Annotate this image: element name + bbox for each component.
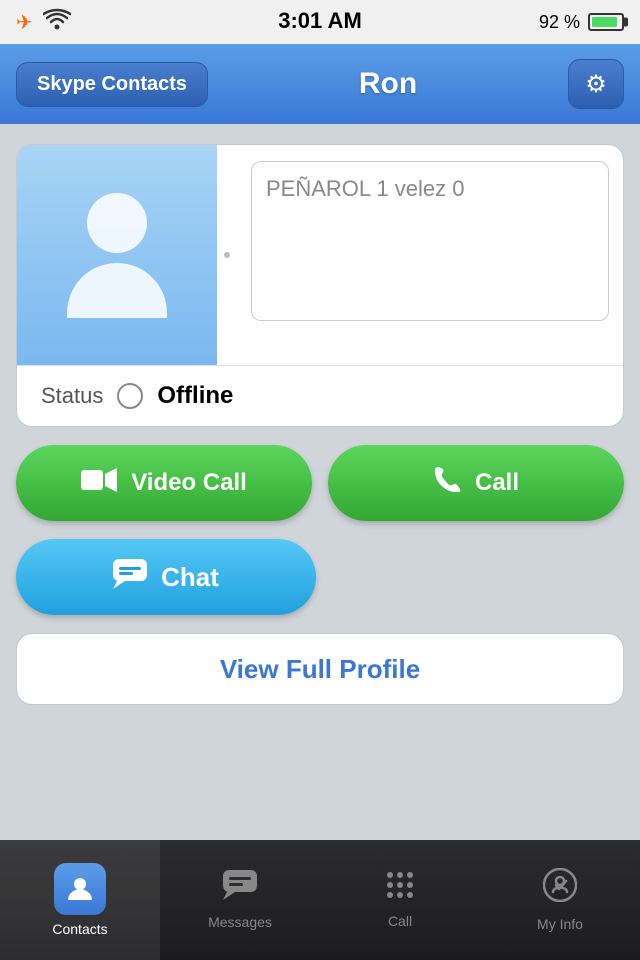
profile-avatar xyxy=(17,145,217,365)
main-content: PEÑAROL 1 velez 0 Status Offline Video C… xyxy=(0,124,640,725)
profile-top: PEÑAROL 1 velez 0 xyxy=(17,145,623,365)
wifi-icon xyxy=(43,8,71,36)
avatar-body xyxy=(67,263,167,318)
status-indicator xyxy=(117,383,143,409)
tab-myinfo-label: My Info xyxy=(537,916,583,932)
battery-icon xyxy=(588,13,624,31)
tab-bar: Contacts Messages xyxy=(0,840,640,960)
call-tab-icon xyxy=(386,871,414,907)
tab-myinfo[interactable]: My Info xyxy=(480,840,640,960)
tab-messages-label: Messages xyxy=(208,914,272,930)
tab-contacts-icon-wrap xyxy=(54,863,106,915)
avatar-head xyxy=(87,193,147,253)
profile-divider xyxy=(217,145,237,365)
settings-button[interactable]: ⚙ xyxy=(568,59,624,109)
status-left-icons: ✈ xyxy=(16,8,71,36)
status-value: Offline xyxy=(157,382,233,410)
gear-icon: ⚙ xyxy=(585,70,607,99)
status-time: 3:01 AM xyxy=(278,8,362,34)
divider-dot xyxy=(224,252,230,258)
video-call-button[interactable]: Video Call xyxy=(16,445,312,521)
chat-button[interactable]: Chat xyxy=(16,539,316,615)
status-label: Status xyxy=(41,383,103,409)
battery-percent: 92 % xyxy=(539,12,580,33)
call-button[interactable]: Call xyxy=(328,445,624,521)
view-full-profile-label: View Full Profile xyxy=(220,654,420,685)
chat-label: Chat xyxy=(161,562,219,593)
tab-contacts[interactable]: Contacts xyxy=(0,840,160,960)
video-icon xyxy=(81,467,117,500)
tab-call[interactable]: Call xyxy=(320,840,480,960)
status-bar: ✈ 3:01 AM 92 % xyxy=(0,0,640,44)
profile-bottom: Status Offline xyxy=(17,365,623,426)
tab-messages[interactable]: Messages xyxy=(160,840,320,960)
view-full-profile-button[interactable]: View Full Profile xyxy=(16,633,624,705)
video-call-label: Video Call xyxy=(131,469,247,497)
skype-contacts-button[interactable]: Skype Contacts xyxy=(16,62,208,107)
nav-title: Ron xyxy=(359,67,417,101)
chat-icon xyxy=(113,559,147,596)
call-label: Call xyxy=(475,469,519,497)
myinfo-icon xyxy=(543,868,577,910)
airplane-icon: ✈ xyxy=(16,10,33,35)
phone-icon xyxy=(433,466,461,501)
profile-card: PEÑAROL 1 velez 0 Status Offline xyxy=(16,144,624,427)
profile-status-note-area: PEÑAROL 1 velez 0 xyxy=(237,145,623,365)
chat-button-row: Chat xyxy=(16,539,624,615)
tab-call-label: Call xyxy=(388,913,412,929)
action-buttons-row: Video Call Call xyxy=(16,445,624,521)
tab-contacts-label: Contacts xyxy=(52,921,107,937)
nav-bar: Skype Contacts Ron ⚙ xyxy=(0,44,640,124)
status-right: 92 % xyxy=(539,12,624,33)
messages-icon xyxy=(223,870,257,908)
status-note-box: PEÑAROL 1 velez 0 xyxy=(251,161,609,321)
avatar-figure xyxy=(67,193,167,318)
